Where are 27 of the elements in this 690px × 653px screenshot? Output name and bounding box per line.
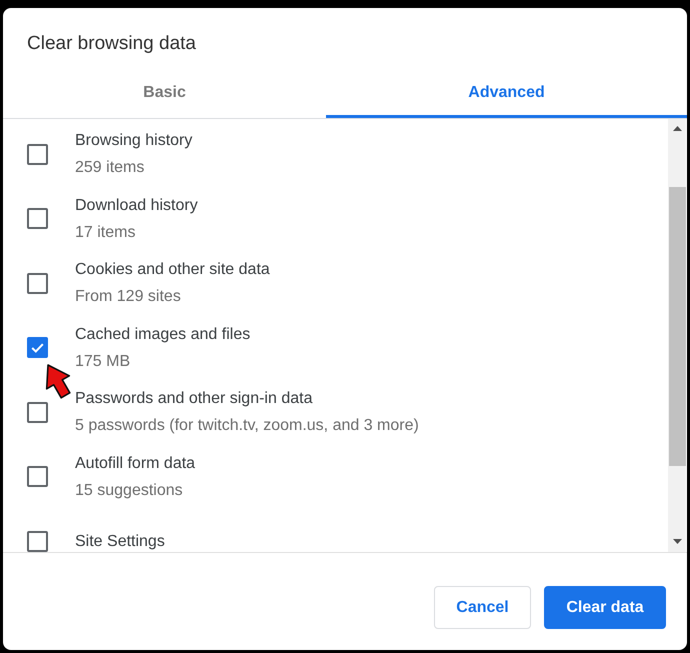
- checkbox[interactable]: [27, 337, 48, 358]
- scroll-down-icon[interactable]: [672, 539, 682, 544]
- checkmark-icon: [31, 342, 44, 353]
- option-label: Autofill form data: [75, 454, 196, 474]
- option-label: Cookies and other site data: [75, 260, 270, 280]
- dialog-title: Clear browsing data: [27, 32, 196, 56]
- option-detail: 17 items: [75, 222, 136, 243]
- checkbox[interactable]: [27, 466, 48, 488]
- clear-data-button[interactable]: Clear data: [544, 586, 666, 629]
- option-label: Cached images and files: [75, 324, 250, 345]
- option-label: Site Settings: [75, 532, 165, 552]
- option-detail: 15 suggestions: [75, 480, 184, 501]
- scrollbar-thumb[interactable]: [668, 187, 686, 466]
- option-label: Browsing history: [75, 131, 192, 152]
- checkbox[interactable]: [27, 208, 48, 230]
- option-label: Download history: [75, 196, 198, 216]
- checkbox[interactable]: [27, 402, 48, 423]
- cancel-button[interactable]: Cancel: [434, 586, 531, 629]
- scroll-up-icon[interactable]: [672, 126, 682, 131]
- checkbox[interactable]: [27, 272, 48, 294]
- checkbox[interactable]: [27, 530, 48, 552]
- option-label: Passwords and other sign-in data: [75, 389, 314, 410]
- option-detail: From 129 sites: [75, 287, 182, 308]
- checkbox[interactable]: [27, 144, 48, 165]
- option-detail: 175 MB: [75, 352, 132, 372]
- option-detail: 5 passwords (for twitch.tv, zoom.us, and 3 more): [75, 416, 419, 436]
- option-detail: 259 items: [75, 158, 146, 178]
